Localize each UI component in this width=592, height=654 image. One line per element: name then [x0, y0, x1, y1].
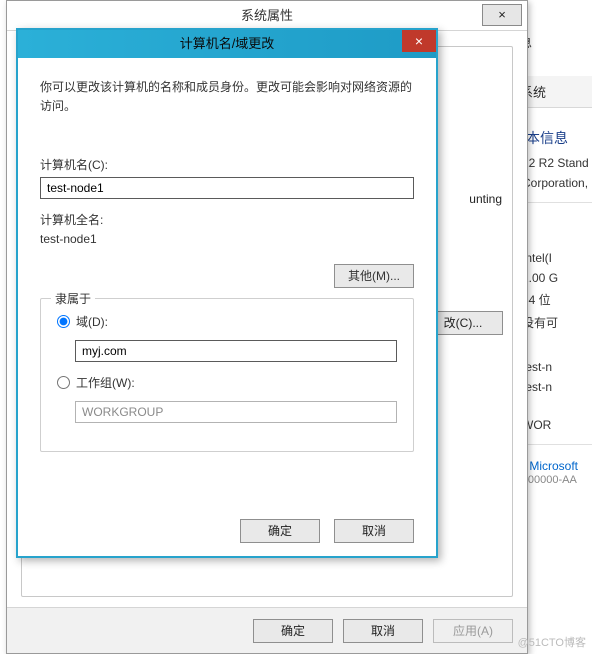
domain-input[interactable] [75, 340, 397, 362]
domain-radio-row[interactable]: 域(D): [57, 313, 397, 330]
sp-close-button[interactable]: × [482, 4, 522, 26]
rn-close-button[interactable]: × [402, 30, 436, 52]
os-edition: 12 R2 Stand [522, 156, 592, 170]
rn-title: 计算机名/域更改 [18, 30, 436, 58]
rn-footer: 确定 取消 [18, 506, 436, 556]
member-of-legend: 隶属于 [51, 290, 95, 307]
rn-titlebar: 计算机名/域更改 × [18, 30, 436, 58]
os-corp: Corporation, [522, 176, 592, 190]
more-button[interactable]: 其他(M)... [334, 264, 414, 288]
rename-domain-dialog: 计算机名/域更改 × 你可以更改该计算机的名称和成员身份。更改可能会影响对网络资… [16, 28, 438, 558]
cpu-model: Intel(I [522, 251, 592, 265]
sp-peek-text: unting [469, 192, 502, 206]
member-of-group: 隶属于 域(D): 工作组(W): [40, 298, 414, 452]
computer-name-input[interactable] [40, 177, 414, 199]
workgroup-radio-row[interactable]: 工作组(W): [57, 374, 397, 391]
sp-title: 系统属性 [7, 1, 527, 31]
workgroup-radio-label: 工作组(W): [76, 374, 135, 391]
workgroup-input [75, 401, 397, 423]
computer-name-2: test-n [522, 380, 592, 394]
sp-ok-button[interactable]: 确定 [253, 619, 333, 643]
sp-titlebar: 系统属性 × [7, 1, 527, 31]
rn-description: 你可以更改该计算机的名称和成员身份。更改可能会影响对网络资源的访问。 [40, 78, 414, 116]
full-name-label: 计算机全名: [40, 211, 414, 228]
sp-footer: 确定 取消 应用(A) [7, 607, 527, 653]
workgroup-radio[interactable] [57, 376, 70, 389]
rn-cancel-button[interactable]: 取消 [334, 519, 414, 543]
full-name-value: test-node1 [40, 232, 414, 246]
computer-name-1: test-n [522, 360, 592, 374]
arch: 64 位 [522, 291, 592, 308]
domain-radio-label: 域(D): [76, 313, 108, 330]
cpu-speed: 2.00 G [522, 271, 592, 285]
pen-touch: 没有可 [522, 314, 592, 331]
sp-apply-button: 应用(A) [433, 619, 513, 643]
sp-cancel-button[interactable]: 取消 [343, 619, 423, 643]
workgroup-value: WOR [522, 418, 592, 432]
rn-ok-button[interactable]: 确定 [240, 519, 320, 543]
domain-radio[interactable] [57, 315, 70, 328]
computer-name-label: 计算机名(C): [40, 156, 414, 173]
